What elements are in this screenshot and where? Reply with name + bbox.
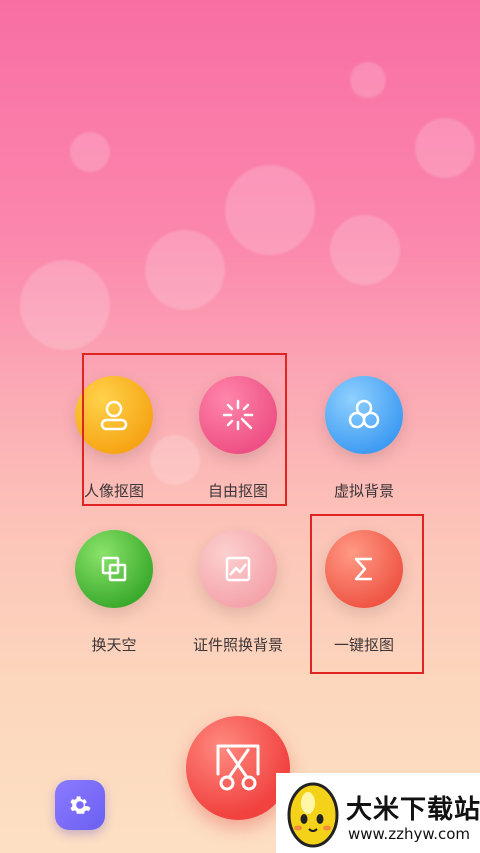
background-bokeh	[330, 215, 400, 285]
watermark-title: 大米下载站	[346, 795, 480, 825]
background-bokeh	[20, 260, 110, 350]
virtual-background-button[interactable]: 虚拟背景	[304, 376, 424, 500]
virtual-background-circle	[325, 376, 403, 454]
background-bokeh	[145, 230, 225, 310]
settings-button[interactable]	[55, 780, 105, 830]
background-bokeh	[70, 132, 110, 172]
highlight-box	[82, 353, 287, 506]
gear-icon	[70, 796, 91, 814]
highlight-box	[310, 514, 424, 674]
id-photo-background-label: 证件照换背景	[192, 636, 283, 654]
photo-frame-icon	[225, 556, 251, 582]
cutout-main-button[interactable]	[186, 716, 290, 820]
background-bokeh	[415, 118, 475, 178]
virtual-background-label: 虚拟背景	[333, 482, 394, 500]
id-photo-background-circle	[199, 530, 277, 608]
background-bokeh	[350, 62, 386, 98]
layers-icon	[101, 556, 127, 582]
replace-sky-label: 换天空	[91, 636, 137, 654]
watermark: 大米下载站 www.zzhyw.com	[276, 773, 480, 853]
circles-icon	[348, 399, 380, 429]
replace-sky-circle	[75, 530, 153, 608]
watermark-url: www.zzhyw.com	[348, 825, 471, 843]
egg-mascot-logo	[287, 782, 339, 848]
replace-sky-button[interactable]: 换天空	[54, 530, 174, 654]
scissors-icon	[216, 744, 260, 791]
background-bokeh	[225, 165, 315, 255]
id-photo-background-button[interactable]: 证件照换背景	[178, 530, 298, 654]
